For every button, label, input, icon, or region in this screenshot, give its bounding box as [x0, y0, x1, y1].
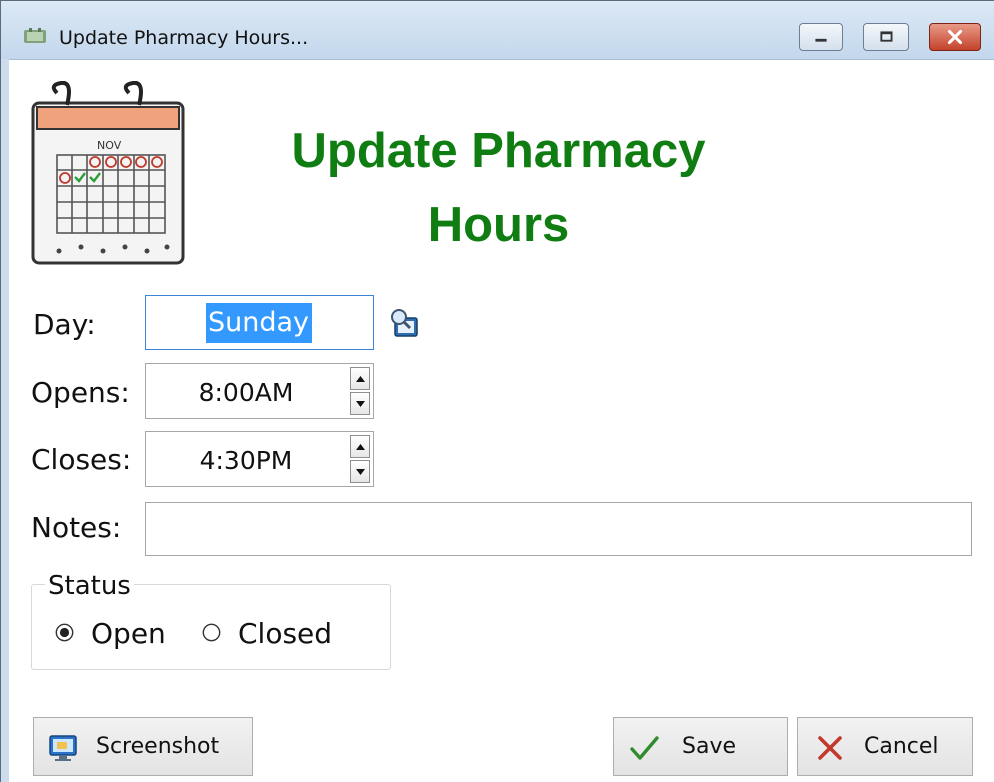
page-title-line-2: Hours [427, 198, 570, 252]
arrow-up-icon [356, 444, 365, 450]
closes-label: Closes: [31, 443, 132, 476]
closes-time-field[interactable]: 4:30PM [145, 431, 374, 487]
status-legend: Status [45, 571, 134, 601]
window-frame-edge [1, 59, 9, 782]
opens-spin-up-button[interactable] [350, 367, 370, 390]
notes-field[interactable] [145, 502, 972, 556]
opens-label: Opens: [31, 376, 130, 409]
status-closed-radio[interactable]: Closed [202, 617, 342, 650]
screenshot-icon [49, 735, 77, 761]
maximize-icon [880, 31, 893, 42]
status-closed-label: Closed [238, 617, 333, 650]
screenshot-button-label: Screenshot [96, 734, 220, 759]
window-title: Update Pharmacy Hours... [59, 27, 309, 49]
cancel-button-label: Cancel [864, 734, 939, 759]
screenshot-button[interactable]: Screenshot [33, 717, 253, 776]
closes-spin-down-button[interactable] [350, 460, 370, 483]
status-open-label: Open [91, 617, 166, 650]
radio-selected-icon [55, 623, 74, 642]
calendar-icon: NOV [31, 81, 185, 265]
day-label: Day: [33, 308, 96, 341]
page-title: Update Pharmacy Hours [231, 114, 766, 262]
day-field[interactable]: Sunday [145, 295, 374, 350]
title-bar[interactable]: Update Pharmacy Hours... [1, 1, 994, 60]
opens-time-value: 8:00AM [198, 378, 294, 407]
save-button[interactable]: Save [613, 717, 788, 776]
closes-time-value: 4:30PM [199, 446, 293, 475]
calendar-month-text: NOV [97, 139, 122, 152]
close-icon [947, 29, 963, 45]
arrow-down-icon [356, 469, 365, 475]
minimize-button[interactable] [799, 23, 843, 51]
radio-unselected-icon [202, 623, 221, 642]
opens-spinner[interactable] [350, 367, 370, 415]
lookup-icon[interactable] [389, 307, 421, 339]
update-pharmacy-hours-window: Update Pharmacy Hours... NOV Update Phar… [0, 0, 994, 782]
arrow-up-icon [356, 376, 365, 382]
closes-spin-up-button[interactable] [350, 435, 370, 458]
closes-spinner[interactable] [350, 435, 370, 483]
notes-label: Notes: [31, 511, 122, 544]
cancel-x-icon [818, 736, 842, 760]
opens-spin-down-button[interactable] [350, 392, 370, 415]
save-button-label: Save [682, 734, 737, 759]
arrow-down-icon [356, 401, 365, 407]
minimize-icon [815, 38, 827, 42]
close-window-button[interactable] [929, 23, 981, 51]
app-icon [24, 28, 46, 43]
checkmark-icon [630, 736, 659, 760]
maximize-button[interactable] [863, 23, 909, 51]
cancel-button[interactable]: Cancel [797, 717, 973, 776]
page-title-line-1: Update Pharmacy [291, 124, 706, 178]
status-open-radio[interactable]: Open [55, 617, 175, 650]
opens-time-field[interactable]: 8:00AM [145, 363, 374, 419]
day-value-selected: Sunday [206, 303, 313, 343]
